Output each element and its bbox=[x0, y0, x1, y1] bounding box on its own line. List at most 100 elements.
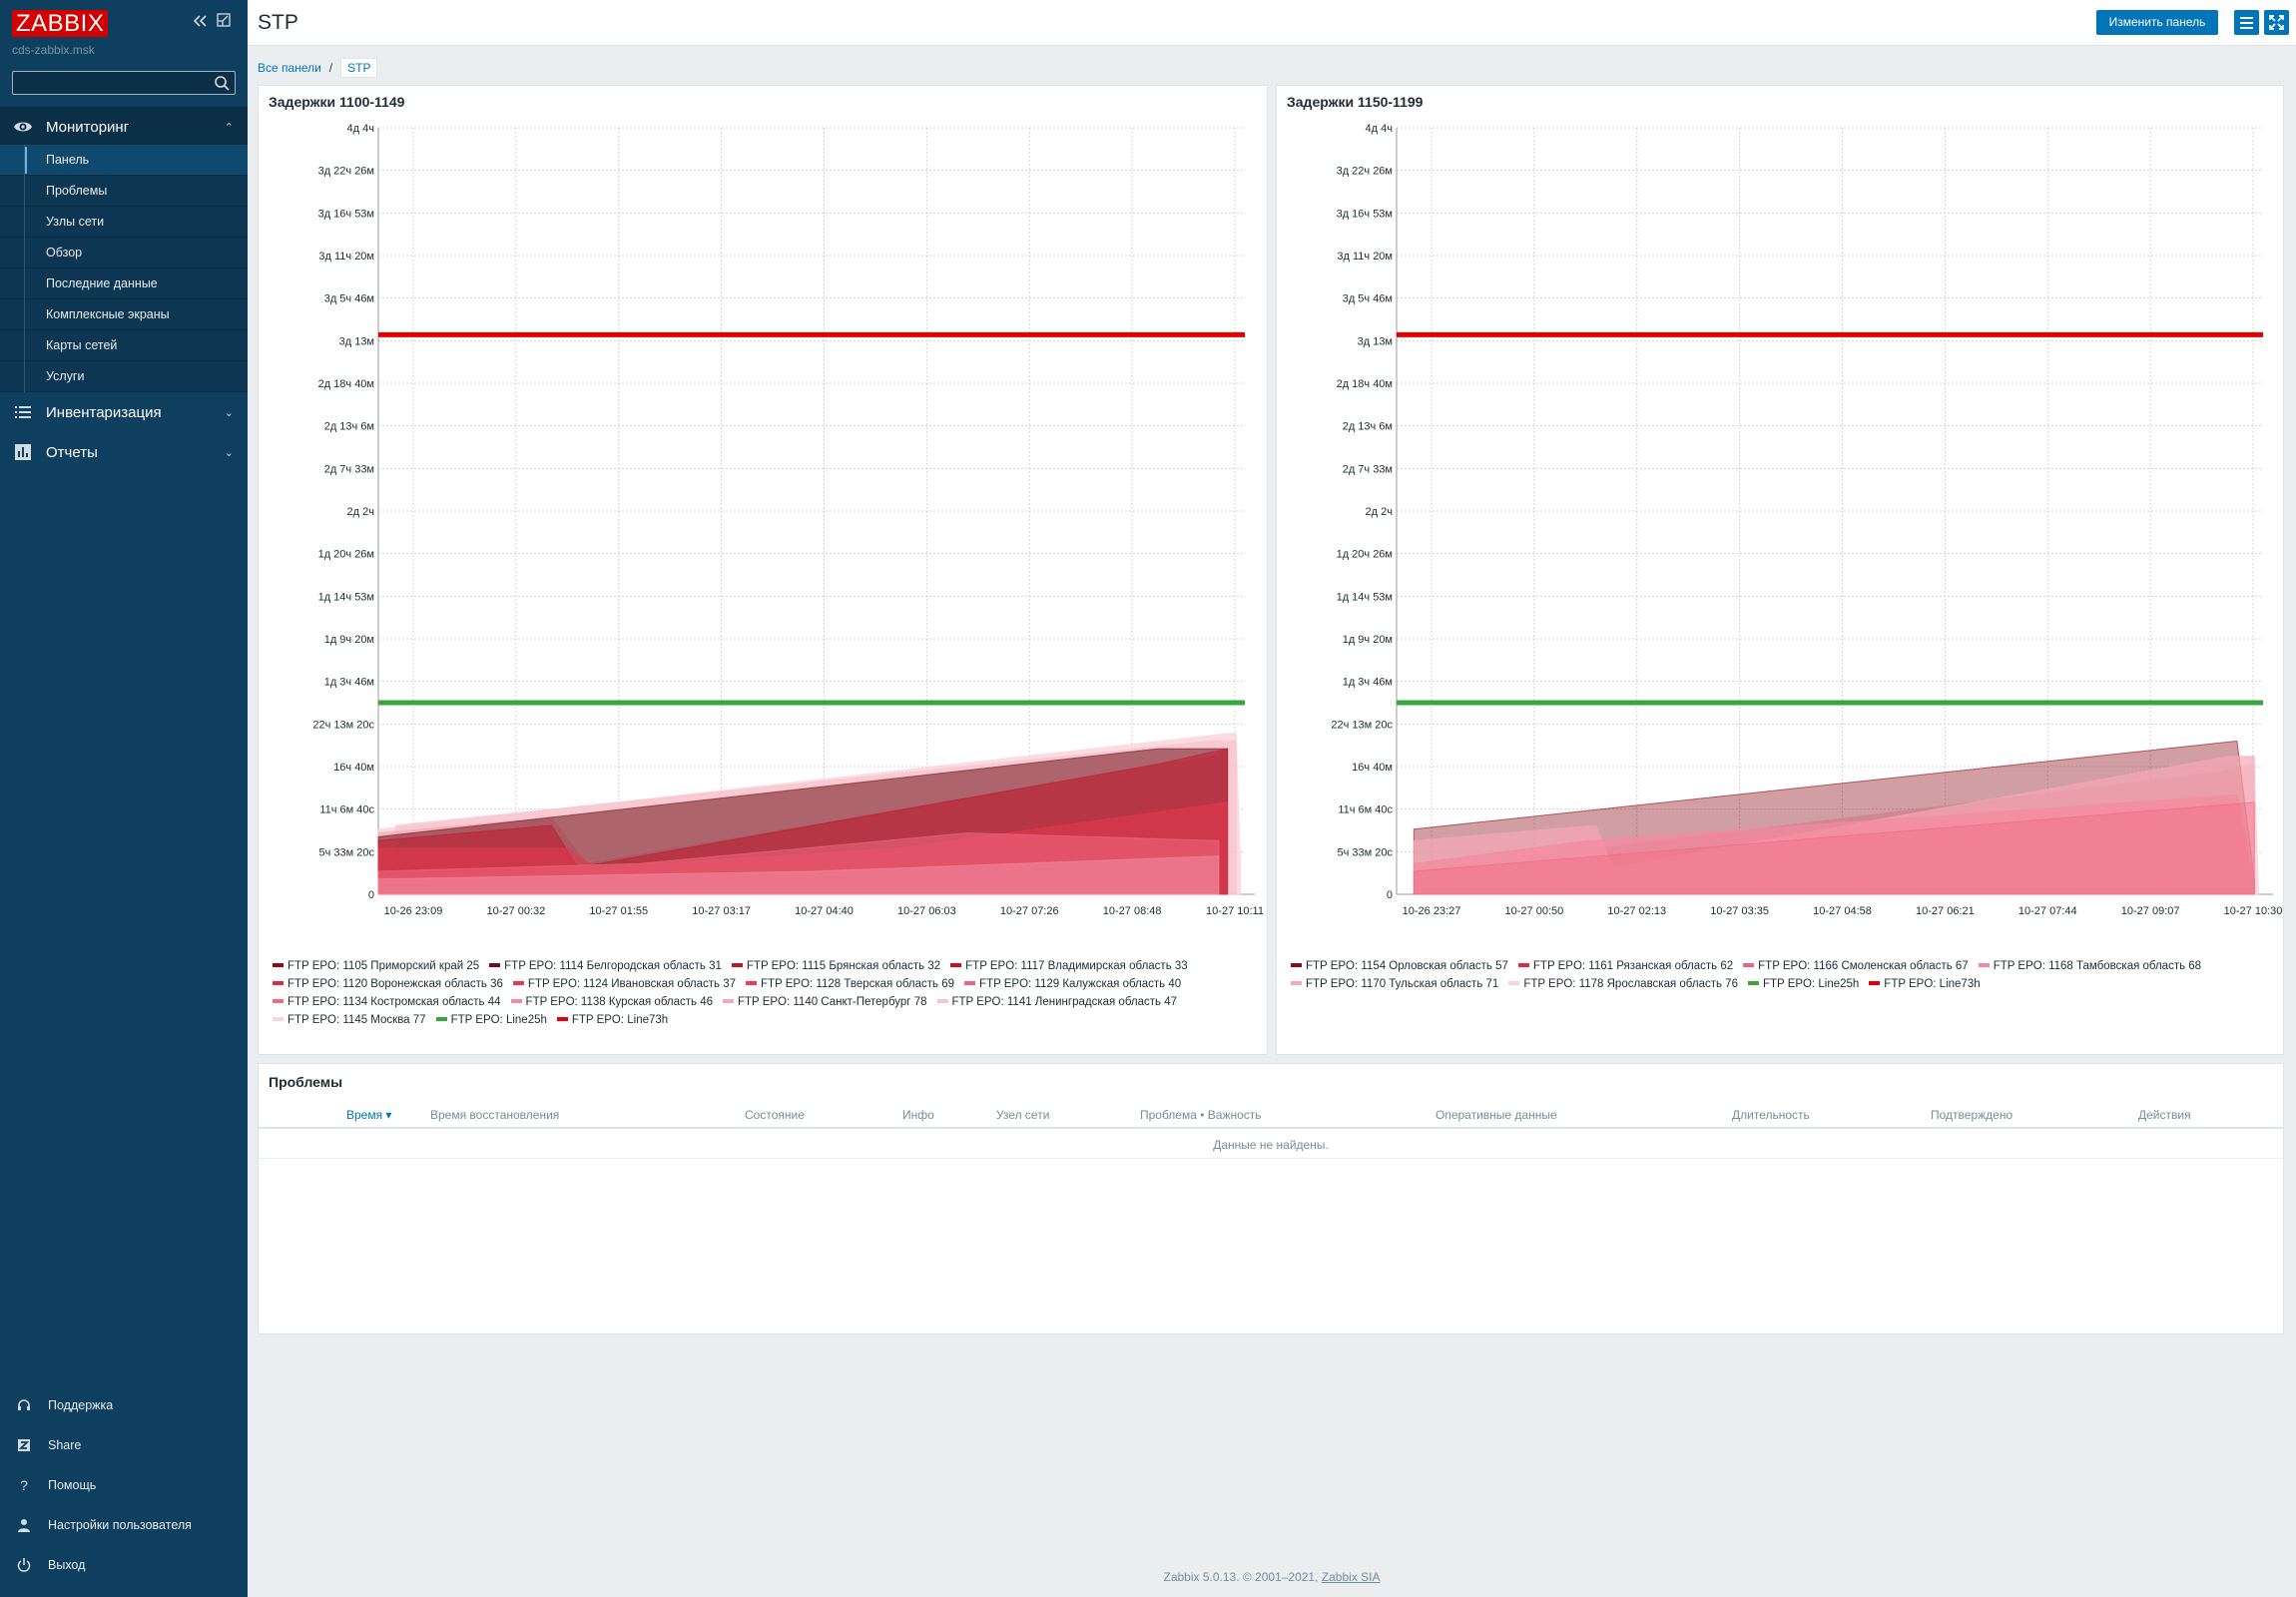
legend-item: FTP EPO: 1141 Ленинградская область 47 bbox=[936, 993, 1178, 1011]
col-duration[interactable]: Длительность bbox=[1732, 1108, 1810, 1122]
graph-plot[interactable]: 4д 4ч 3д 22ч 26м 3д 16ч 53м 3д 11ч 20м 3д 5ч… bbox=[1277, 86, 2283, 954]
y-tick-label: 1д 20ч 26м bbox=[1337, 549, 1393, 561]
legend-swatch bbox=[950, 962, 962, 967]
search-input[interactable] bbox=[12, 71, 236, 95]
search-icon[interactable] bbox=[214, 75, 231, 92]
sidebar-item-latest-data[interactable]: Последние данные bbox=[0, 268, 248, 299]
legend-label: FTP EPO: 1141 Ленинградская область 47 bbox=[951, 996, 1178, 1008]
support-link[interactable]: Поддержка bbox=[0, 1385, 248, 1425]
legend-label: FTP EPO: 1128 Тверская область 69 bbox=[761, 978, 955, 990]
menu-reports-label: Отчеты bbox=[46, 443, 98, 461]
help-label: Помощь bbox=[48, 1478, 97, 1492]
legend-swatch bbox=[273, 1016, 284, 1021]
col-recovery-time[interactable]: Время восстановления bbox=[430, 1108, 559, 1122]
edit-dashboard-button[interactable]: Изменить панель bbox=[2096, 10, 2218, 35]
y-tick-label: 0 bbox=[1387, 889, 1393, 901]
collapse-sidebar-icon[interactable] bbox=[191, 12, 209, 35]
legend-item: FTP EPO: 1145 Москва 77 bbox=[273, 1011, 426, 1029]
share-link[interactable]: Share bbox=[0, 1425, 248, 1465]
col-info[interactable]: Инфо bbox=[902, 1108, 934, 1122]
legend-label: FTP EPO: Line73h bbox=[1884, 978, 1981, 990]
menu-inventory[interactable]: Инвентаризация ⌄ bbox=[0, 392, 248, 432]
legend-item: FTP EPO: 1168 Тамбовская область 68 bbox=[1978, 957, 2202, 975]
legend-item: FTP EPO: 1117 Владимирская область 33 bbox=[950, 957, 1188, 975]
legend-item: FTP EPO: 1115 Брянская область 32 bbox=[731, 957, 940, 975]
legend-item: FTP EPO: 1178 Ярославская область 76 bbox=[1508, 975, 1738, 993]
legend-swatch bbox=[936, 998, 948, 1003]
legend-swatch bbox=[1869, 980, 1881, 985]
legend-label: FTP EPO: 1138 Курская область 46 bbox=[525, 996, 713, 1008]
col-operational-data[interactable]: Оперативные данные bbox=[1435, 1108, 1557, 1122]
autohide-sidebar-icon[interactable] bbox=[216, 12, 232, 33]
y-tick-label: 3д 16ч 53м bbox=[318, 208, 374, 220]
x-tick-label: 10-27 06:03 bbox=[897, 905, 956, 917]
y-tick-label: 2д 2ч bbox=[1366, 506, 1393, 518]
legend-item: FTP EPO: 1114 Белгородская область 31 bbox=[489, 957, 722, 975]
menu-monitoring-label: Мониторинг bbox=[46, 118, 130, 136]
col-host[interactable]: Узел сети bbox=[996, 1108, 1049, 1122]
fullscreen-button[interactable] bbox=[2264, 10, 2289, 35]
x-tick-label: 10-27 09:07 bbox=[2121, 905, 2180, 917]
y-tick-label: 2д 2ч bbox=[347, 506, 374, 518]
col-time[interactable]: Время ▾ bbox=[346, 1108, 391, 1122]
legend-swatch bbox=[964, 980, 976, 985]
y-tick-label: 2д 13ч 6м bbox=[324, 421, 374, 433]
col-actions[interactable]: Действия bbox=[2138, 1108, 2191, 1122]
y-tick-label: 11ч 6м 40с bbox=[319, 804, 374, 816]
logout-link[interactable]: Выход bbox=[0, 1545, 248, 1585]
menu-monitoring[interactable]: Мониторинг ⌃ bbox=[0, 107, 248, 147]
legend-label: FTP EPO: 1170 Тульская область 71 bbox=[1306, 978, 1499, 990]
legend-label: FTP EPO: 1124 Ивановская область 37 bbox=[527, 978, 737, 990]
menu-reports[interactable]: Отчеты ⌄ bbox=[0, 432, 248, 472]
problems-table-header: Время ▾ Время восстановления Состояние И… bbox=[259, 1099, 2283, 1129]
y-tick-label: 3д 5ч 46м bbox=[324, 293, 374, 305]
dashboard-actions-button[interactable] bbox=[2234, 10, 2259, 35]
legend-swatch bbox=[489, 962, 501, 967]
legend-label: FTP EPO: 1168 Тамбовская область 68 bbox=[1993, 960, 2202, 972]
legend-swatch bbox=[1743, 962, 1755, 967]
list-icon bbox=[15, 406, 31, 418]
y-tick-label: 3д 13м bbox=[339, 335, 374, 347]
x-tick-label: 10-27 04:58 bbox=[1813, 905, 1872, 917]
y-tick-label: 2д 7ч 33м bbox=[1343, 463, 1393, 475]
sidebar-item-problems[interactable]: Проблемы bbox=[0, 176, 248, 207]
page-header: STP Изменить панель bbox=[248, 0, 2296, 46]
breadcrumb-current[interactable]: STP bbox=[340, 58, 378, 78]
sidebar-item-screens[interactable]: Комплексные экраны bbox=[0, 299, 248, 330]
legend-swatch bbox=[746, 980, 758, 985]
breadcrumb-all-dashboards[interactable]: Все панели bbox=[258, 61, 321, 75]
legend-swatch bbox=[435, 1016, 447, 1021]
help-link[interactable]: ? Помощь bbox=[0, 1465, 248, 1505]
legend-label: FTP EPO: Line25h bbox=[450, 1014, 547, 1026]
page-title: STP bbox=[258, 11, 298, 34]
legend-swatch bbox=[510, 998, 522, 1003]
user-settings-link[interactable]: Настройки пользователя bbox=[0, 1505, 248, 1545]
x-tick-label: 10-27 00:50 bbox=[1505, 905, 1564, 917]
footer-link[interactable]: Zabbix SIA bbox=[1322, 1570, 1381, 1584]
legend-swatch bbox=[1508, 980, 1520, 985]
legend-item: FTP EPO: 1120 Воронежская область 36 bbox=[273, 975, 503, 993]
sidebar-item-services[interactable]: Услуги bbox=[0, 361, 248, 392]
col-status[interactable]: Состояние bbox=[745, 1108, 805, 1122]
sidebar-item-overview[interactable]: Обзор bbox=[0, 238, 248, 268]
legend-label: FTP EPO: Line73h bbox=[571, 1014, 669, 1026]
chevron-up-icon: ⌃ bbox=[224, 121, 234, 134]
legend-swatch bbox=[1747, 980, 1759, 985]
col-acknowledged[interactable]: Подтверждено bbox=[1931, 1108, 2012, 1122]
sidebar-item-maps[interactable]: Карты сетей bbox=[0, 330, 248, 361]
widget-title: Проблемы bbox=[269, 1074, 343, 1090]
y-tick-label: 2д 18ч 40м bbox=[1337, 378, 1393, 390]
x-tick-label: 10-27 04:40 bbox=[795, 905, 854, 917]
col-problem-severity[interactable]: Проблема • Важность bbox=[1140, 1108, 1262, 1122]
sidebar-item-hosts[interactable]: Узлы сети bbox=[0, 207, 248, 238]
graph-legend: FTP EPO: 1105 Приморский край 25 FTP EPO:… bbox=[273, 957, 1251, 1029]
x-tick-label: 10-27 01:55 bbox=[589, 905, 648, 917]
graph-plot[interactable]: 4д 4ч 3д 22ч 26м 3д 16ч 53м 3д 11ч 20м 3д 5ч… bbox=[259, 86, 1267, 954]
y-tick-label: 3д 5ч 46м bbox=[1343, 293, 1393, 305]
legend-item: FTP EPO: Line25h bbox=[1747, 975, 1859, 993]
sidebar-item-dashboard[interactable]: Панель bbox=[0, 145, 248, 176]
headset-icon bbox=[18, 1399, 30, 1410]
y-tick-label: 4д 4ч bbox=[347, 123, 374, 135]
legend-item: FTP EPO: 1124 Ивановская область 37 bbox=[512, 975, 737, 993]
zabbix-logo[interactable]: ZABBIX bbox=[12, 10, 109, 37]
